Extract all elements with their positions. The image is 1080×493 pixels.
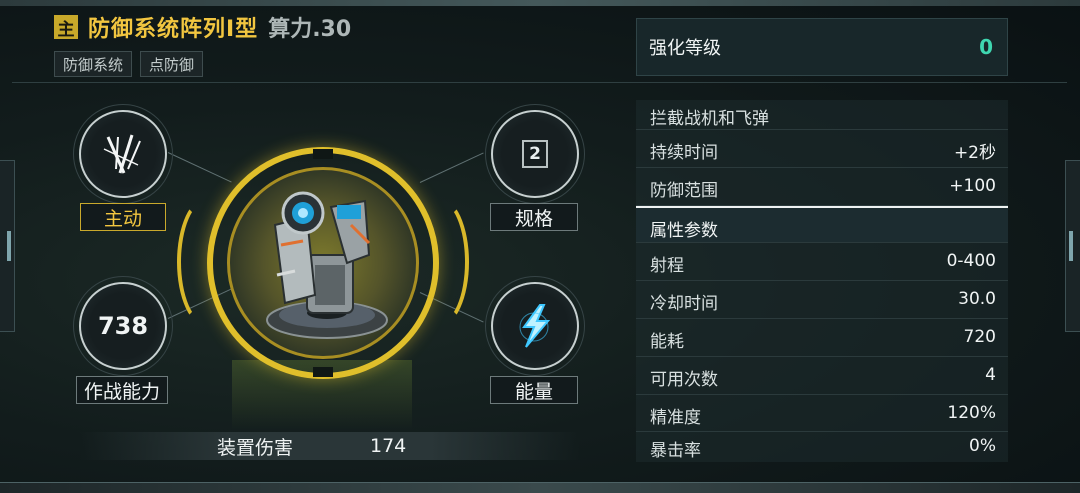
attribute-key: 射程 xyxy=(650,256,684,277)
equipment-title: 防御系统阵列Ⅰ型 xyxy=(88,17,259,42)
attribute-value: 0-400 xyxy=(946,251,996,272)
combat-label: 作战能力 xyxy=(76,376,168,404)
attribute-value: 0% xyxy=(969,436,996,457)
mode-node[interactable] xyxy=(73,104,173,204)
enhance-level-header[interactable]: 强化等级 0 xyxy=(636,18,1008,76)
attribute-key: 能耗 xyxy=(650,331,684,352)
attribute-row: 冷却时间 30.0 xyxy=(636,281,1008,319)
attribute-row: 持续时间 +2秒 xyxy=(636,130,1008,168)
spec-node[interactable]: 2 xyxy=(485,104,585,204)
description-row: 拦截战机和飞弹 xyxy=(636,100,1008,130)
damage-value: 174 xyxy=(370,435,407,457)
combat-value: 738 xyxy=(97,312,149,340)
attribute-row: 可用次数 4 xyxy=(636,356,1008,395)
connector-line xyxy=(167,152,232,183)
right-side-handle[interactable] xyxy=(1065,160,1080,332)
title-row: 主 防御系统阵列Ⅰ型 算力.30 xyxy=(54,12,351,42)
spec-value: 2 xyxy=(522,140,548,168)
spec-label: 规格 xyxy=(490,203,578,231)
damage-label: 装置伤害 xyxy=(217,436,294,459)
damage-bar: 装置伤害 174 xyxy=(80,432,580,460)
attribute-value: 4 xyxy=(985,364,996,385)
attribute-key: 防御范围 xyxy=(650,180,718,201)
top-frame xyxy=(0,0,1080,6)
equipment-detail-panel: { "header": { "badge": "主", "title": "防御… xyxy=(0,0,1080,493)
turret-icon xyxy=(266,191,388,339)
power-cost: 算力.30 xyxy=(268,17,352,42)
attribute-value: 120% xyxy=(947,402,996,423)
attribute-list[interactable]: 拦截战机和飞弹 持续时间 +2秒 防御范围 +100 属性参数 射程 0-400… xyxy=(636,100,1008,462)
attribute-key: 暴击率 xyxy=(650,441,701,462)
attribute-row: 防御范围 +100 xyxy=(636,167,1008,206)
main-badge: 主 xyxy=(54,15,78,40)
attribute-row: 能耗 720 xyxy=(636,318,1008,357)
attribute-value: +2秒 xyxy=(953,143,996,163)
attribute-row: 暴击率 0% xyxy=(636,432,1008,462)
attribute-value: 720 xyxy=(963,326,996,347)
bottom-frame xyxy=(0,482,1080,493)
tag-defense-system: 防御系统 xyxy=(54,51,133,77)
attribute-key: 冷却时间 xyxy=(650,294,718,315)
attribute-row: 射程 0-400 xyxy=(636,243,1008,282)
attribute-row: 精准度 120% xyxy=(636,394,1008,433)
section-title: 属性参数 xyxy=(650,220,718,241)
tag-point-defense: 点防御 xyxy=(140,51,204,77)
description-text: 拦截战机和飞弹 xyxy=(650,109,769,129)
header-divider xyxy=(12,82,1067,83)
attribute-key: 可用次数 xyxy=(650,369,718,390)
attribute-value: 30.0 xyxy=(958,289,996,310)
attribute-value: +100 xyxy=(949,175,996,196)
attribute-key: 持续时间 xyxy=(650,143,718,163)
energy-node[interactable] xyxy=(485,276,585,376)
tag-list: 防御系统 点防御 xyxy=(54,51,204,77)
enhance-value: 0 xyxy=(979,35,993,59)
ring-notch xyxy=(313,367,333,377)
ring-notch xyxy=(313,149,333,159)
energy-bolt-icon xyxy=(519,304,551,348)
combat-node[interactable]: 738 xyxy=(73,276,173,376)
energy-label: 能量 xyxy=(490,376,578,404)
connector-line xyxy=(419,152,484,183)
attribute-key: 精准度 xyxy=(650,407,701,428)
mode-label: 主动 xyxy=(80,203,166,231)
enhance-label: 强化等级 xyxy=(649,38,721,59)
section-header: 属性参数 xyxy=(636,205,1008,244)
left-side-handle[interactable] xyxy=(0,160,15,332)
slash-marks-icon xyxy=(103,134,141,174)
